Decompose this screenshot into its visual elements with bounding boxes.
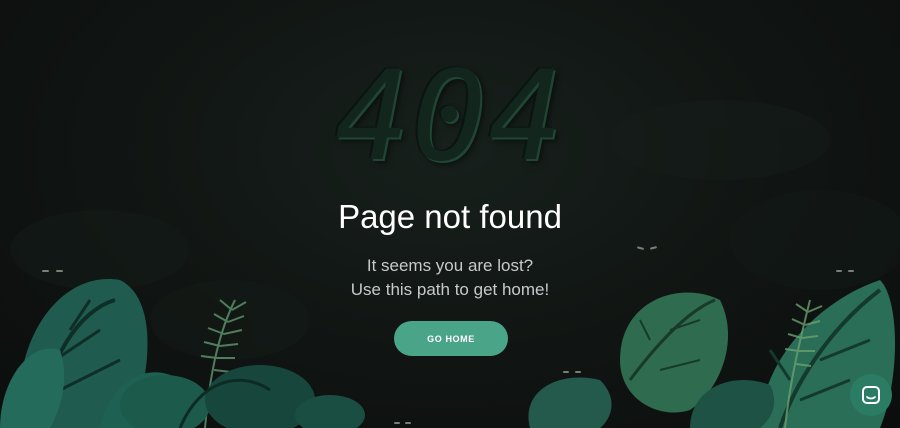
page-subtitle: It seems you are lost? Use this path to …: [0, 254, 900, 302]
go-home-button[interactable]: GO HOME: [394, 321, 508, 356]
error-404-page: 404 Page not found It seems you are lost…: [0, 0, 900, 428]
error-code: 404: [335, 45, 565, 189]
page-title: Page not found: [338, 198, 562, 235]
chat-launcher-button[interactable]: [850, 374, 892, 416]
chat-bubble-icon: [862, 386, 880, 404]
subtitle-line-2: Use this path to get home!: [350, 280, 550, 299]
subtitle-line-1: It seems you are lost?: [366, 256, 534, 275]
monstera-leaf-right: [528, 280, 895, 428]
